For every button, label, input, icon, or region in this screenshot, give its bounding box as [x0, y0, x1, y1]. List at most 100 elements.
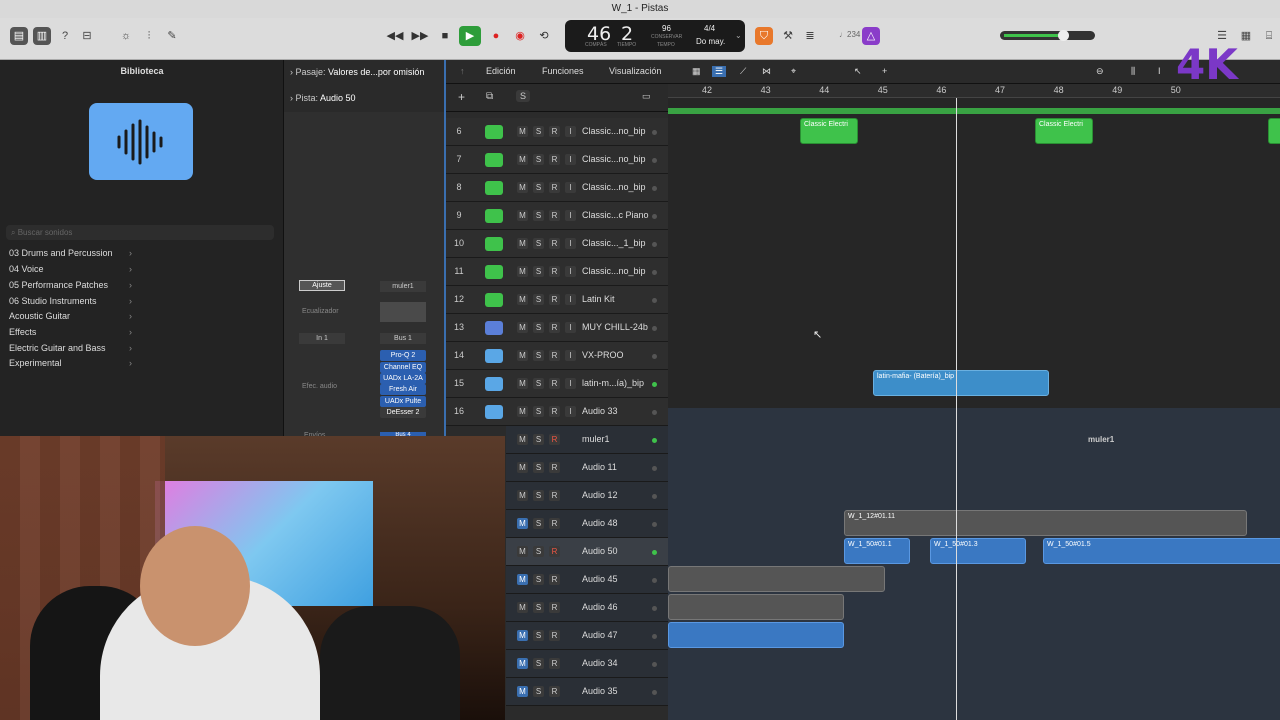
input-monitor-button[interactable]: I	[565, 266, 576, 277]
playhead[interactable]	[956, 98, 957, 720]
solo-button[interactable]: S	[533, 154, 544, 165]
solo-button[interactable]: S	[533, 322, 544, 333]
catch-icon[interactable]: ▭	[642, 91, 651, 102]
track-name[interactable]: Audio 33	[582, 406, 618, 416]
solo-button[interactable]: S	[533, 602, 544, 613]
drum-icon[interactable]	[485, 293, 503, 307]
track-name[interactable]: MUY CHILL-24b	[582, 322, 648, 332]
setting-button[interactable]: Ajuste	[299, 280, 345, 291]
grid-icon[interactable]: ▦	[692, 66, 701, 77]
automation-icon[interactable]: ⟋	[740, 66, 746, 77]
record-arm-button[interactable]: R	[549, 154, 560, 165]
notepad-icon[interactable]: ▦	[1237, 27, 1255, 45]
solo-button[interactable]: S	[533, 182, 544, 193]
input-monitor-button[interactable]: I	[565, 350, 576, 361]
list-icon[interactable]: ≣	[801, 27, 819, 45]
track-header[interactable]: M S R Audio 11	[506, 454, 668, 482]
library-item[interactable]: Acoustic Guitar ›	[9, 311, 139, 321]
plugin-slot[interactable]: UADx Pulte	[380, 396, 426, 407]
track-header[interactable]: M S R Audio 50	[506, 538, 668, 566]
add-track-icon[interactable]: +	[458, 90, 465, 104]
tuner-icon[interactable]: ⛉	[755, 27, 773, 45]
record-arm-button[interactable]: R	[549, 574, 560, 585]
track-name[interactable]: Classic...no_bip	[582, 182, 646, 192]
library-item[interactable]: 05 Performance Patches ›	[9, 280, 139, 290]
record-arm-button[interactable]: R	[549, 182, 560, 193]
record-arm-button[interactable]: R	[549, 266, 560, 277]
view-menu[interactable]: Visualización	[609, 66, 661, 76]
record-arm-button[interactable]: R	[549, 546, 560, 557]
play-button[interactable]: ▶	[459, 26, 481, 46]
mute-button[interactable]: M	[517, 546, 528, 557]
audio-region[interactable]: latin-mafia- (Batería)_bip	[873, 370, 1049, 396]
plugin-slot[interactable]: Channel EQ	[380, 362, 426, 373]
track-inspector-header[interactable]: › Pista: Audio 50	[290, 93, 356, 103]
record-arm-button[interactable]: R	[549, 490, 560, 501]
input-monitor-button[interactable]: I	[565, 322, 576, 333]
plugin-slot[interactable]: Pro-Q 2	[380, 350, 426, 361]
audio-waveform-icon[interactable]	[485, 377, 503, 391]
midi-note-icon[interactable]	[485, 209, 503, 223]
track-name[interactable]: Audio 35	[582, 686, 618, 696]
lcd-display[interactable]: 46 2 COMPÁS TIEMPO 96 CONSERVAR TEMPO 4/…	[565, 20, 745, 52]
record-arm-button[interactable]: R	[549, 602, 560, 613]
mute-button[interactable]: M	[517, 154, 528, 165]
solo-button[interactable]: S	[533, 238, 544, 249]
midi-note-icon[interactable]	[485, 265, 503, 279]
library-item[interactable]: 04 Voice ›	[9, 264, 139, 274]
library-item[interactable]: Experimental ›	[9, 358, 139, 368]
smart-controls-icon[interactable]: ☼	[117, 27, 135, 45]
input-monitor-button[interactable]: I	[565, 294, 576, 305]
midi-note-icon[interactable]	[485, 181, 503, 195]
record-arm-button[interactable]: R	[549, 350, 560, 361]
input-monitor-button[interactable]: I	[565, 182, 576, 193]
mute-button[interactable]: M	[517, 518, 528, 529]
midi-region[interactable]: Classic Electri	[1035, 118, 1093, 144]
midi-region-strip[interactable]	[668, 108, 1280, 114]
midi-note-icon[interactable]	[485, 237, 503, 251]
secondary-tool-icon[interactable]: +	[882, 66, 887, 76]
record-arm-button[interactable]: R	[549, 518, 560, 529]
solo-button[interactable]: S	[533, 658, 544, 669]
record-arm-button[interactable]: R	[549, 294, 560, 305]
audio-region[interactable]	[668, 594, 844, 620]
record-arm-button[interactable]: R	[549, 630, 560, 641]
track-header[interactable]: 10 M S R I Classic..._1_bip	[446, 230, 668, 258]
record-arm-button[interactable]: R	[549, 238, 560, 249]
mute-button[interactable]: M	[517, 574, 528, 585]
input-monitor-button[interactable]: I	[565, 126, 576, 137]
track-name[interactable]: Audio 50	[582, 546, 618, 556]
track-header[interactable]: M S R Audio 34	[506, 650, 668, 678]
midi-note-icon[interactable]	[485, 125, 503, 139]
record-arm-button[interactable]: R	[549, 462, 560, 473]
track-name[interactable]: Classic...no_bip	[582, 266, 646, 276]
input-monitor-button[interactable]: I	[565, 210, 576, 221]
metronome-icon[interactable]: △	[862, 27, 880, 45]
vertical-zoom-icon[interactable]: I	[1158, 66, 1161, 76]
mute-button[interactable]: M	[517, 406, 528, 417]
flex-icon[interactable]: ⋈	[762, 66, 771, 77]
tools-icon[interactable]: ⚒	[779, 27, 797, 45]
record-button[interactable]: ●	[485, 26, 507, 46]
chevron-down-icon[interactable]: ⌄	[735, 31, 742, 40]
track-header[interactable]: M S R Audio 35	[506, 678, 668, 706]
track-name[interactable]: Classic..._1_bip	[582, 238, 646, 248]
track-header[interactable]: 11 M S R I Classic...no_bip	[446, 258, 668, 286]
cycle-button[interactable]: ⟲	[533, 26, 555, 46]
pointer-tool-icon[interactable]: ↖	[854, 66, 862, 77]
audio-waveform-icon[interactable]	[485, 349, 503, 363]
track-name[interactable]: muler1	[582, 434, 610, 444]
solo-button[interactable]: S	[533, 406, 544, 417]
solo-button[interactable]: S	[533, 686, 544, 697]
mute-button[interactable]: M	[517, 686, 528, 697]
midi-region[interactable]: Classic Electri	[800, 118, 858, 144]
solo-button[interactable]: S	[533, 350, 544, 361]
mute-button[interactable]: M	[517, 490, 528, 501]
strip-name[interactable]: muler1	[380, 281, 426, 292]
list-view-icon[interactable]: ☰	[712, 66, 727, 77]
solo-button[interactable]: S	[533, 518, 544, 529]
mute-button[interactable]: M	[517, 210, 528, 221]
solo-button[interactable]: S	[533, 378, 544, 389]
track-header[interactable]: 6 M S R I Classic...no_bip	[446, 118, 668, 146]
mute-button[interactable]: M	[517, 126, 528, 137]
